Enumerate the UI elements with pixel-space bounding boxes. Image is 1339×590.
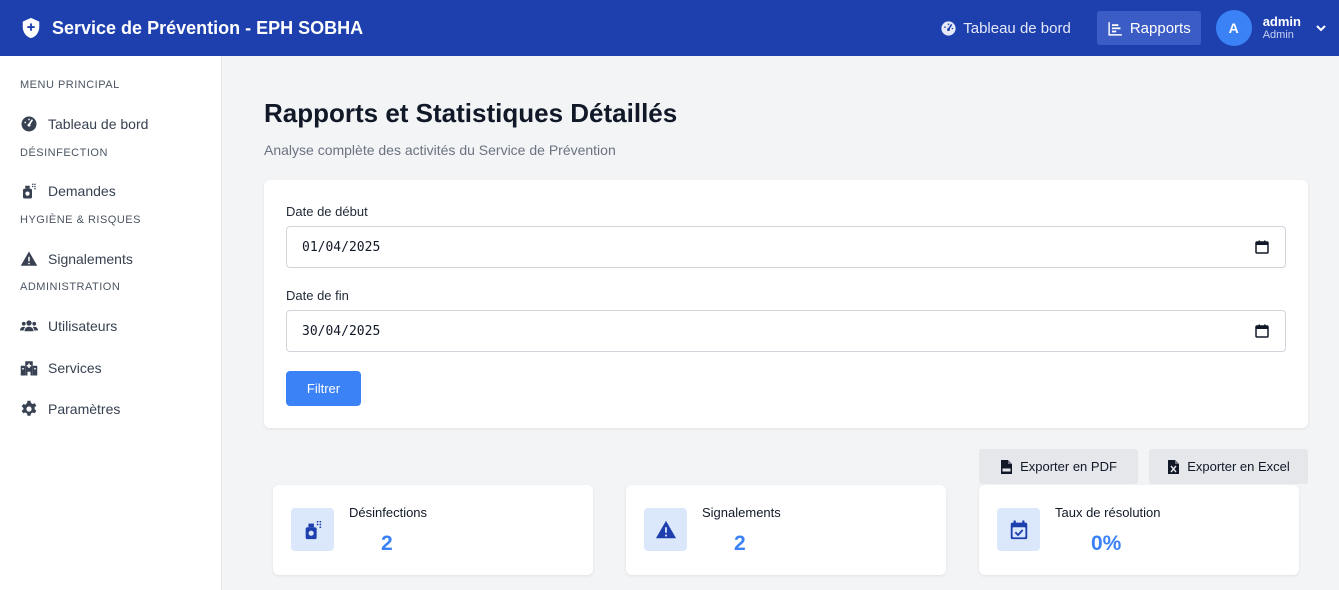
sidebar-item-label: Demandes — [48, 183, 116, 199]
export-excel-label: Exporter en Excel — [1187, 459, 1290, 474]
shield-icon — [22, 17, 40, 39]
calendar-icon[interactable] — [1255, 324, 1269, 338]
brand[interactable]: Service de Prévention - EPH SOBHA — [20, 17, 363, 39]
gear-icon — [21, 400, 37, 416]
end-date-label: Date de fin — [286, 288, 349, 303]
sidebar-heading-menu: MENU PRINCIPAL — [20, 79, 120, 91]
users-icon — [20, 320, 38, 332]
avatar: A — [1215, 10, 1252, 46]
hospital-icon — [20, 361, 38, 376]
sidebar-heading-hygiene: HYGIÈNE & RISQUES — [20, 214, 141, 226]
sidebar-item-utilisateurs[interactable]: Utilisateurs — [20, 317, 117, 335]
gauge-icon — [941, 20, 956, 36]
sidebar: MENU PRINCIPAL Tableau de bord DÉSINFECT… — [0, 56, 222, 590]
sidebar-item-services[interactable]: Services — [20, 359, 102, 377]
gauge-icon — [21, 116, 37, 132]
warning-icon — [20, 251, 38, 266]
end-date-input[interactable]: 30/04/2025 — [286, 310, 1286, 352]
sidebar-item-label: Signalements — [48, 251, 133, 267]
pump-soap-icon — [305, 520, 321, 539]
warning-icon — [655, 520, 676, 538]
sidebar-heading-admin: ADMINISTRATION — [20, 281, 121, 293]
export-excel-button[interactable]: Exporter en Excel — [1149, 449, 1308, 484]
user-name: admin — [1262, 13, 1301, 29]
page-title: Rapports et Statistiques Détaillés — [264, 98, 678, 128]
stat-card-signalements: Signalements 2 — [626, 485, 946, 575]
calendar-icon[interactable] — [1255, 240, 1269, 254]
top-navbar: Service de Prévention - EPH SOBHA Tablea… — [0, 0, 1339, 56]
sidebar-item-demandes[interactable]: Demandes — [20, 182, 116, 200]
nav-dashboard-link[interactable]: Tableau de bord — [930, 11, 1081, 45]
file-pdf-icon — [1001, 459, 1013, 474]
nav-dashboard-label: Tableau de bord — [963, 19, 1071, 37]
bar-chart-icon — [1108, 21, 1122, 36]
chevron-down-icon — [1316, 25, 1326, 32]
stat-label: Désinfections — [349, 505, 428, 520]
sidebar-item-label: Tableau de bord — [48, 116, 149, 132]
stat-value: 2 — [381, 532, 393, 555]
filter-card: Date de début 01/04/2025 Date de fin 30/… — [264, 180, 1308, 428]
stat-card-taux-resolution: Taux de résolution 0% — [979, 485, 1299, 575]
export-pdf-label: Exporter en PDF — [1020, 459, 1117, 474]
sidebar-item-signalements[interactable]: Signalements — [20, 250, 133, 268]
stat-icon-box — [644, 508, 687, 551]
nav-reports-link[interactable]: Rapports — [1096, 11, 1201, 45]
stat-card-desinfections: Désinfections 2 — [273, 485, 593, 575]
user-role: Admin — [1262, 29, 1294, 42]
sidebar-item-parametres[interactable]: Paramètres — [20, 400, 120, 418]
calendar-check-icon — [1010, 519, 1027, 539]
export-pdf-button[interactable]: Exporter en PDF — [979, 449, 1138, 484]
app-title: Service de Prévention - EPH SOBHA — [52, 17, 364, 38]
end-date-value: 30/04/2025 — [302, 323, 381, 339]
sidebar-item-label: Utilisateurs — [48, 318, 118, 334]
stat-icon-box — [291, 508, 334, 551]
pump-soap-icon — [23, 183, 36, 199]
filter-button[interactable]: Filtrer — [286, 371, 361, 406]
sidebar-heading-desinfection: DÉSINFECTION — [20, 147, 108, 159]
page-subtitle: Analyse complète des activités du Servic… — [264, 142, 616, 158]
sidebar-item-label: Services — [48, 360, 102, 376]
start-date-label: Date de début — [286, 204, 368, 219]
stat-label: Taux de résolution — [1055, 505, 1161, 520]
nav-reports-label: Rapports — [1129, 19, 1191, 37]
file-excel-icon — [1168, 459, 1180, 474]
start-date-input[interactable]: 01/04/2025 — [286, 226, 1286, 268]
sidebar-item-label: Paramètres — [48, 401, 121, 417]
start-date-value: 01/04/2025 — [302, 239, 381, 255]
stat-value: 2 — [734, 532, 746, 555]
stat-value: 0% — [1091, 532, 1122, 555]
stat-icon-box — [997, 508, 1040, 551]
sidebar-item-dashboard[interactable]: Tableau de bord — [20, 115, 148, 133]
stat-label: Signalements — [702, 505, 781, 520]
user-menu[interactable]: A admin Admin — [1215, 10, 1327, 46]
